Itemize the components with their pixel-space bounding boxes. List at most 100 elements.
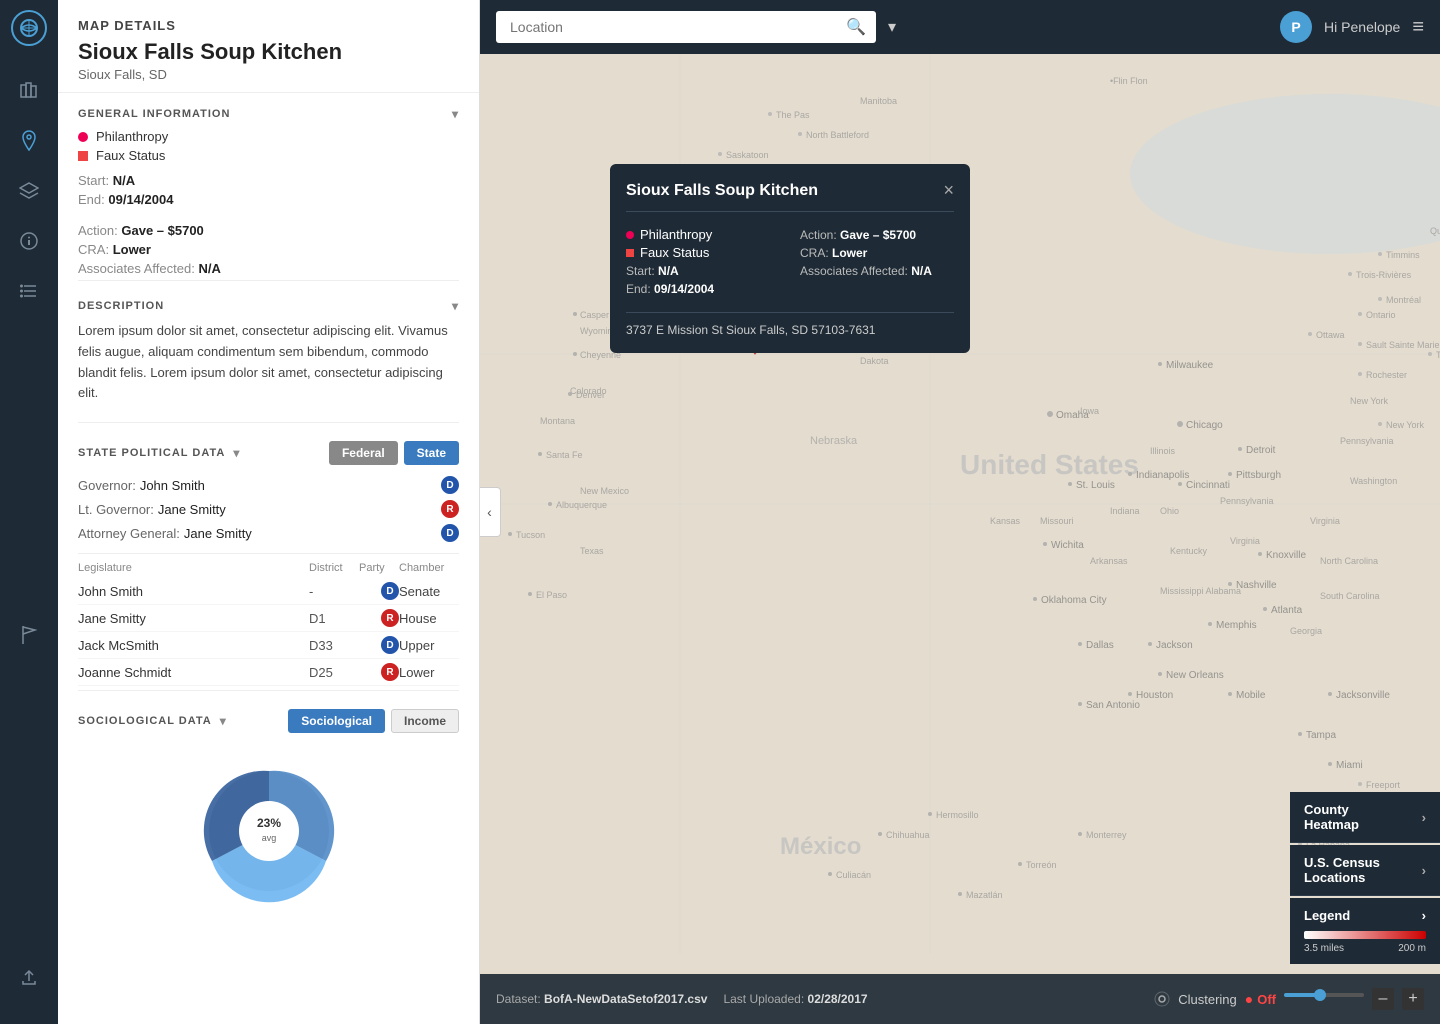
action-label: Action:: [78, 223, 118, 238]
sociological-tab[interactable]: Sociological: [288, 709, 385, 733]
popup-right: Action: Gave – $5700 CRA: Lower Associat…: [800, 224, 954, 300]
legislator-name: Jack McSmith: [78, 638, 309, 653]
svg-text:New Orleans: New Orleans: [1166, 670, 1224, 681]
tag-faux-status: Faux Status: [78, 148, 459, 163]
popup-title: Sioux Falls Soup Kitchen: [626, 182, 818, 200]
action-value: Gave – $5700: [121, 223, 203, 238]
description-text: Lorem ipsum dolor sit amet, consectetur …: [78, 321, 459, 418]
tags-container: Philanthropy Faux Status: [78, 129, 459, 163]
topbar-dropdown-chevron[interactable]: ▾: [888, 17, 896, 37]
legend-header[interactable]: Legend ›: [1304, 908, 1426, 923]
state-political-section[interactable]: STATE POLITICAL DATA ▾ Federal State: [78, 427, 459, 473]
general-info-section[interactable]: GENERAL INFORMATION ▾: [78, 93, 459, 129]
legislator-party: D: [359, 636, 399, 654]
app-logo[interactable]: [11, 10, 47, 46]
collapse-panel-button[interactable]: ‹: [480, 487, 501, 537]
sociological-section[interactable]: SOCIOLOGICAL DATA ▾ Sociological Income: [78, 695, 459, 741]
svg-text:Tucson: Tucson: [516, 530, 545, 540]
philanthropy-label: Philanthropy: [96, 129, 168, 144]
legend-title: Legend: [1304, 908, 1350, 923]
svg-text:Missouri: Missouri: [1040, 516, 1074, 526]
svg-text:Iowa: Iowa: [1080, 406, 1099, 416]
legislator-chamber: Senate: [399, 584, 459, 599]
legislator-chamber: Upper: [399, 638, 459, 653]
nav-info-icon[interactable]: [9, 221, 49, 261]
clustering-toggle[interactable]: ● Off: [1245, 991, 1276, 1007]
svg-text:Indiana: Indiana: [1110, 506, 1140, 516]
associates-label: Associates Affected:: [78, 261, 195, 276]
legislator-district: D25: [309, 665, 359, 680]
svg-text:Ohio: Ohio: [1160, 506, 1179, 516]
svg-text:Cincinnati: Cincinnati: [1186, 480, 1230, 491]
nav-layers-icon[interactable]: [9, 171, 49, 211]
panel-content: GENERAL INFORMATION ▾ Philanthropy Faux …: [58, 93, 479, 1024]
zoom-plus-btn[interactable]: +: [1402, 988, 1424, 1010]
svg-text:Trois-Rivières: Trois-Rivières: [1356, 270, 1412, 280]
menu-icon[interactable]: ≡: [1412, 16, 1424, 39]
party-badge: D: [381, 582, 399, 600]
nav-upload-icon[interactable]: [9, 958, 49, 998]
legislator-party: R: [359, 609, 399, 627]
svg-text:Torreón: Torreón: [1026, 860, 1057, 870]
dataset-value: BofA-NewDataSetof2017.csv: [544, 992, 707, 1006]
general-info-label: GENERAL INFORMATION: [78, 108, 230, 120]
svg-text:Rochester: Rochester: [1366, 370, 1407, 380]
slider-thumb[interactable]: [1314, 989, 1326, 1001]
topbar-right: P Hi Penelope ≡: [1280, 11, 1424, 43]
cra-label: CRA:: [78, 242, 109, 257]
start-label: Start:: [78, 173, 109, 188]
income-tab[interactable]: Income: [391, 709, 459, 733]
nav-list-icon[interactable]: [9, 271, 49, 311]
panel-header: MAP DETAILS Sioux Falls Soup Kitchen Sio…: [58, 0, 479, 93]
legislator-row: Jane Smitty D1 R House: [78, 605, 459, 632]
svg-text:New York: New York: [1386, 420, 1425, 430]
svg-text:New York: New York: [1350, 396, 1389, 406]
nav-flag-icon[interactable]: [9, 615, 49, 655]
svg-text:Manitoba: Manitoba: [860, 96, 897, 106]
dataset-label: Dataset:: [496, 992, 541, 1006]
legislator-chamber: Lower: [399, 665, 459, 680]
side-panel: MAP DETAILS Sioux Falls Soup Kitchen Sio…: [58, 0, 480, 1024]
map-visual[interactable]: United States México Omaha Milwaukee Chi…: [480, 54, 1440, 1024]
census-locations-panel[interactable]: U.S. CensusLocations ›: [1290, 845, 1440, 896]
lt-governor-name: Jane Smitty: [158, 502, 226, 517]
start-value: N/A: [113, 173, 135, 188]
svg-text:Mazatlán: Mazatlán: [966, 890, 1003, 900]
popup-start: Start: N/A: [626, 264, 780, 278]
state-tab[interactable]: State: [404, 441, 459, 465]
sociological-chevron: ▾: [220, 714, 227, 728]
party-badge: D: [381, 636, 399, 654]
federal-tab[interactable]: Federal: [329, 441, 398, 465]
svg-text:Albuquerque: Albuquerque: [556, 500, 607, 510]
search-icon: 🔍: [846, 17, 866, 37]
chamber-col: Chamber: [399, 562, 459, 574]
nav-location-icon[interactable]: [9, 121, 49, 161]
nav-map-icon[interactable]: [9, 71, 49, 111]
svg-text:Virginia: Virginia: [1310, 516, 1340, 526]
legislator-row: Joanne Schmidt D25 R Lower: [78, 659, 459, 686]
legislator-name: John Smith: [78, 584, 309, 599]
user-avatar: P: [1280, 11, 1312, 43]
svg-text:Jacksonville: Jacksonville: [1336, 690, 1390, 701]
popup-close-button[interactable]: ×: [943, 180, 954, 201]
description-section[interactable]: DESCRIPTION ▾: [78, 285, 459, 321]
cra-info: CRA: Lower: [78, 242, 459, 257]
svg-text:Kentucky: Kentucky: [1170, 546, 1208, 556]
popup-tag-philanthropy: Philanthropy: [626, 227, 780, 242]
svg-text:Monterrey: Monterrey: [1086, 830, 1127, 840]
county-heatmap-panel[interactable]: CountyHeatmap ›: [1290, 792, 1440, 843]
state-political-chevron: ▾: [233, 446, 240, 460]
zoom-minus-btn[interactable]: –: [1372, 988, 1394, 1010]
faux-status-square: [78, 151, 88, 161]
legislators-list: John Smith - D Senate Jane Smitty D1 R H…: [78, 578, 459, 686]
legend-min: 200 m: [1398, 943, 1426, 954]
slider[interactable]: [1284, 993, 1364, 1005]
popup-faux-label: Faux Status: [640, 245, 709, 260]
svg-text:Ottawa: Ottawa: [1316, 330, 1345, 340]
legislator-name: Joanne Schmidt: [78, 665, 309, 680]
location-input[interactable]: [496, 11, 876, 43]
legend-chevron: ›: [1422, 908, 1426, 923]
legend-max: 3.5 miles: [1304, 943, 1344, 954]
panel-section-label: MAP DETAILS: [78, 18, 459, 33]
svg-text:Chihuahua: Chihuahua: [886, 830, 930, 840]
